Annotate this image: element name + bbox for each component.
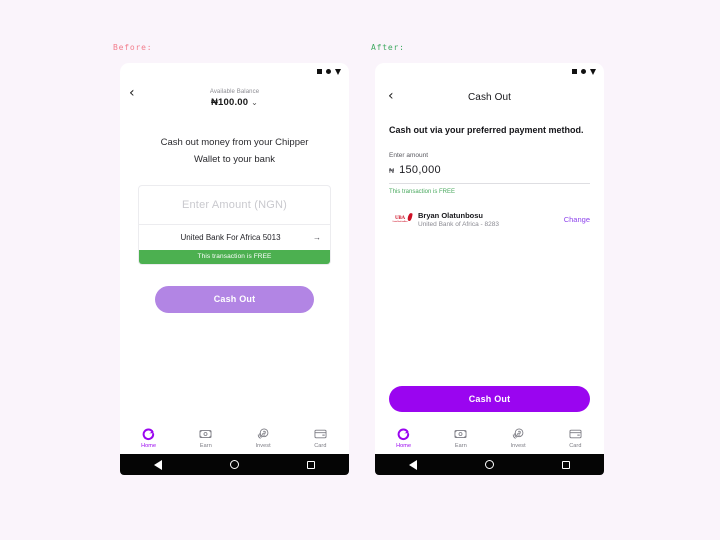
bank-select-row[interactable]: United Bank For Africa 5013 → — [139, 224, 330, 250]
cash-out-button[interactable]: Cash Out — [155, 285, 314, 313]
after-screen: ‹ Cash Out Cash out via your preferred p… — [375, 80, 604, 475]
after-phone-mockup: ‹ Cash Out Cash out via your preferred p… — [375, 63, 604, 475]
after-spacer — [375, 228, 604, 386]
android-nav-bar — [120, 454, 349, 475]
tab-invest-label: Invest — [510, 443, 526, 449]
android-back-icon[interactable] — [409, 459, 417, 470]
tab-earn[interactable]: Earn — [177, 427, 234, 449]
chevron-down-icon[interactable]: ⌄ — [251, 98, 258, 107]
available-balance-value[interactable]: ₦100.00 ⌄ — [210, 97, 259, 108]
selected-bank-row: UBA United Bank for Africa Bryan Olatunb… — [389, 211, 590, 229]
tab-earn[interactable]: Earn — [432, 427, 489, 449]
circle-icon — [581, 69, 586, 74]
available-balance-block[interactable]: Available Balance ₦100.00 ⌄ — [210, 89, 259, 108]
naira-symbol: ₦ — [389, 167, 395, 175]
tab-invest[interactable]: Invest — [235, 427, 292, 449]
android-home-icon[interactable] — [230, 460, 239, 469]
tab-home[interactable]: Home — [120, 427, 177, 449]
tab-card[interactable]: Card — [292, 427, 349, 449]
bottom-tab-bar: Home Earn Invest Card — [375, 424, 604, 454]
square-icon — [572, 69, 577, 74]
credit-card-icon — [569, 429, 582, 439]
android-home-icon[interactable] — [485, 460, 494, 469]
tab-home[interactable]: Home — [375, 427, 432, 449]
before-lead-line-1: Cash out money from your Chipper — [160, 137, 309, 148]
cash-out-button[interactable]: Cash Out — [389, 386, 590, 412]
square-icon — [317, 69, 322, 74]
screenshot-canvas: Before: After: ‹ Available Balance ₦100.… — [0, 0, 720, 540]
tab-earn-label: Earn — [454, 443, 467, 449]
amount-value: 150,000 — [399, 163, 441, 176]
page-title: Cash Out — [467, 91, 512, 103]
tab-home-label: Home — [396, 443, 412, 449]
banknote-icon — [199, 430, 212, 438]
uba-logo-text: UBA — [395, 215, 405, 221]
account-detail: United Bank of Africa - 8283 — [418, 221, 499, 228]
before-spacer — [120, 313, 349, 424]
after-lead-text: Cash out via your preferred payment meth… — [389, 125, 584, 135]
after-annotation-label: After: — [371, 43, 405, 52]
triangle-icon — [590, 68, 596, 75]
tab-home-label: Home — [141, 443, 157, 449]
before-annotation-label: Before: — [113, 43, 153, 52]
before-phone-mockup: ‹ Available Balance ₦100.00 ⌄ Cash out m… — [120, 63, 349, 475]
tab-card[interactable]: Card — [547, 427, 604, 449]
amount-field-label: Enter amount — [389, 151, 429, 159]
banknote-icon — [454, 430, 467, 438]
bank-info: Bryan Olatunbosu United Bank of Africa -… — [418, 211, 557, 229]
free-transaction-banner: This transaction is FREE — [139, 250, 330, 264]
android-recents-icon[interactable] — [562, 460, 570, 469]
before-lead-text: Cash out money from your Chipper Wallet … — [120, 135, 349, 168]
coin-globe-icon — [257, 428, 268, 439]
bank-select-label: United Bank For Africa 5013 — [180, 233, 281, 243]
before-screen: ‹ Available Balance ₦100.00 ⌄ Cash out m… — [120, 80, 349, 475]
uba-flame-icon — [407, 212, 413, 222]
tab-card-label: Card — [569, 443, 582, 449]
change-bank-link[interactable]: Change — [564, 215, 590, 224]
tab-invest-label: Invest — [255, 443, 271, 449]
uba-logo-subtext: United Bank for Africa — [392, 221, 408, 223]
after-header: ‹ Cash Out — [375, 80, 604, 114]
before-lead-line-2: Wallet to your bank — [194, 153, 275, 165]
android-back-icon[interactable] — [154, 459, 162, 470]
credit-card-icon — [314, 429, 327, 439]
tab-card-label: Card — [314, 443, 327, 449]
before-header: ‹ Available Balance ₦100.00 ⌄ — [120, 80, 349, 116]
chevron-left-icon[interactable]: ‹ — [388, 89, 394, 103]
available-balance-label: Available Balance — [209, 88, 260, 95]
android-recents-icon[interactable] — [307, 460, 315, 469]
account-holder-name: Bryan Olatunbosu — [418, 210, 484, 220]
amount-input[interactable]: ₦ 150,000 — [389, 164, 590, 184]
chipper-home-icon — [397, 428, 410, 440]
chevron-left-icon[interactable]: ‹ — [129, 86, 135, 100]
amount-input[interactable]: Enter Amount (NGN) — [139, 186, 330, 224]
arrow-right-icon: → — [313, 233, 321, 243]
triangle-icon — [335, 68, 341, 75]
android-nav-bar — [375, 454, 604, 475]
coin-globe-icon — [512, 428, 523, 439]
bottom-tab-bar: Home Earn Invest Card — [120, 424, 349, 454]
circle-icon — [326, 69, 331, 74]
tab-invest[interactable]: Invest — [490, 427, 547, 449]
before-form-card: Enter Amount (NGN) United Bank For Afric… — [138, 185, 331, 265]
status-bar — [120, 63, 349, 80]
tab-earn-label: Earn — [199, 443, 212, 449]
status-bar — [375, 63, 604, 80]
chipper-home-icon — [142, 428, 155, 440]
free-transaction-note: This transaction is FREE — [389, 188, 456, 195]
balance-amount: ₦100.00 — [210, 96, 249, 108]
uba-logo-icon: UBA United Bank for Africa — [389, 212, 413, 227]
